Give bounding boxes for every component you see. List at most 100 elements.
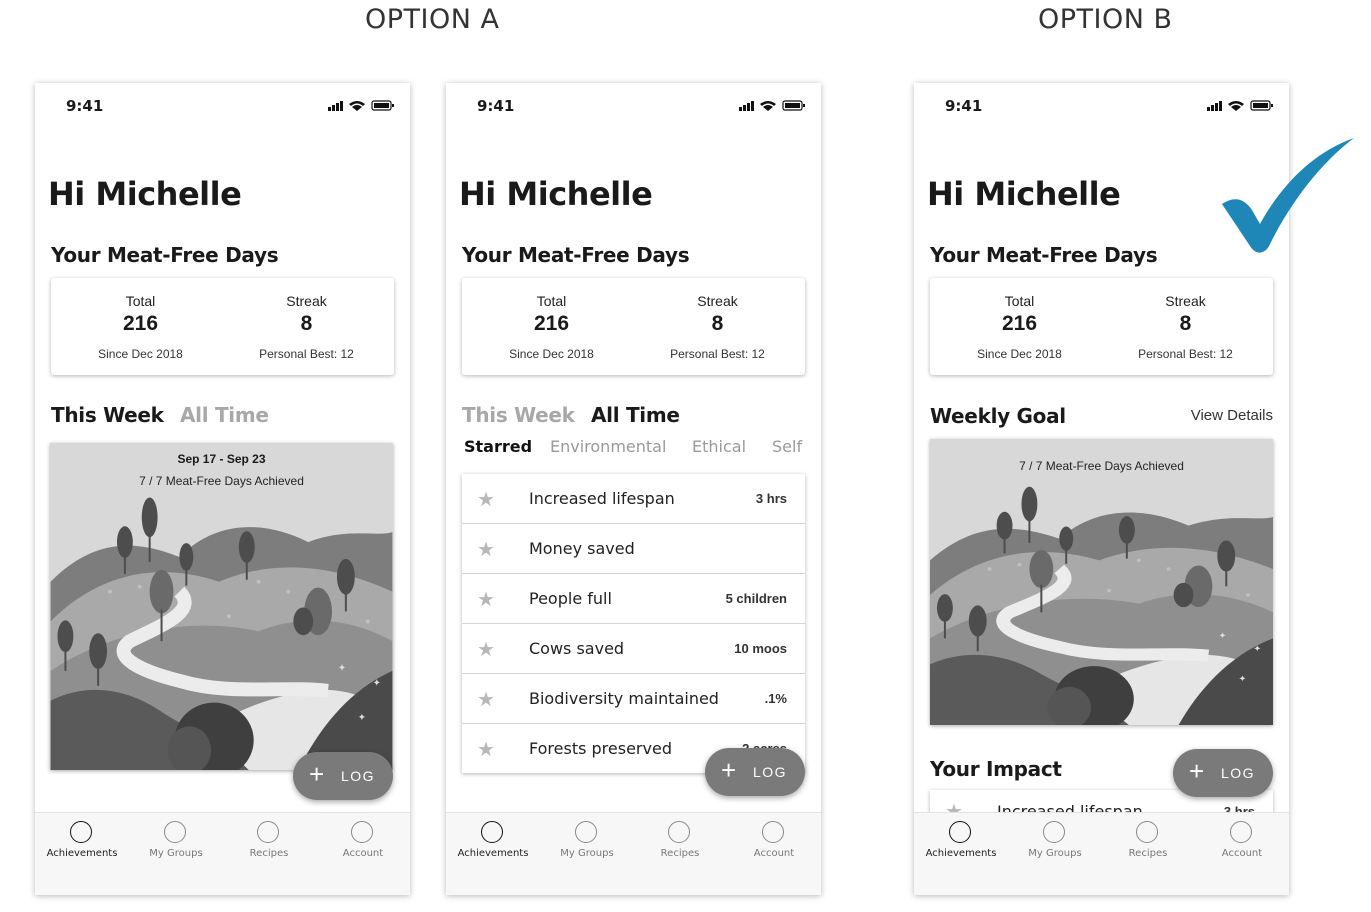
log-button[interactable]: + LOG: [705, 748, 805, 796]
impact-value: 10 moos: [734, 641, 787, 656]
nav-account[interactable]: Account: [316, 813, 410, 895]
log-label: LOG: [341, 768, 376, 784]
star-icon[interactable]: ★: [477, 537, 495, 562]
circle-icon: [481, 821, 503, 843]
tab-this-week[interactable]: This Week: [51, 403, 164, 427]
streak-sub: Personal Best: 12: [1138, 347, 1233, 361]
status-icons: [1207, 100, 1273, 111]
status-time: 9:41: [66, 97, 104, 115]
circle-icon: [949, 821, 971, 843]
phone-option-a-this-week: 9:41 Hi Michelle Your Meat-Free Days Tot…: [35, 83, 410, 895]
total-label: Total: [1004, 293, 1035, 309]
nav-account[interactable]: Account: [727, 813, 821, 895]
nav-label: Account: [342, 848, 384, 859]
total-sub: Since Dec 2018: [509, 347, 594, 361]
nav-label: Achievements: [925, 848, 997, 859]
circle-icon: [257, 821, 279, 843]
list-item[interactable]: ★ Biodiversity maintained .1%: [462, 674, 805, 724]
streak-value: 8: [300, 312, 313, 335]
star-icon[interactable]: ★: [477, 637, 495, 662]
tab-all-time[interactable]: All Time: [180, 403, 269, 427]
nav-label: My Groups: [1028, 848, 1082, 859]
circle-icon: [1230, 821, 1252, 843]
subtab-ethical[interactable]: Ethical: [692, 437, 746, 456]
weekly-illustration-card: Sep 17 - Sep 23 7 / 7 Meat-Free Days Ach…: [50, 443, 393, 770]
nav-label: Recipes: [249, 848, 289, 859]
nav-recipes[interactable]: Recipes: [633, 813, 727, 895]
stats-card: Total 216 Since Dec 2018 Streak 8 Person…: [930, 278, 1273, 375]
impact-label: Money saved: [529, 539, 635, 558]
nav-label: Achievements: [46, 848, 118, 859]
impact-label: Cows saved: [529, 639, 625, 658]
weekly-goal-title: Weekly Goal: [930, 404, 1066, 428]
total-sub: Since Dec 2018: [98, 347, 183, 361]
star-icon[interactable]: ★: [477, 737, 495, 762]
week-achieved-text: 7 / 7 Meat-Free Days Achieved: [139, 474, 304, 488]
phone-option-a-all-time: 9:41 Hi Michelle Your Meat-Free Days Tot…: [446, 83, 821, 895]
subtab-self[interactable]: Self: [772, 437, 802, 456]
total-stat: Total 216 Since Dec 2018: [55, 278, 226, 375]
streak-stat: Streak 8 Personal Best: 12: [221, 278, 392, 375]
impact-list: ★ Increased lifespan 3 hrs ★ Money saved…: [462, 474, 805, 773]
nav-recipes[interactable]: Recipes: [1101, 813, 1195, 895]
landscape-illustration: [930, 439, 1273, 725]
impact-label: Biodiversity maintained: [529, 689, 719, 708]
view-details-link[interactable]: View Details: [1191, 407, 1273, 424]
option-a-label: OPTION A: [365, 4, 500, 35]
log-button[interactable]: + LOG: [1173, 749, 1273, 797]
subtab-environmental[interactable]: Environmental: [550, 437, 666, 456]
impact-label: People full: [529, 589, 612, 608]
list-item[interactable]: ★ Increased lifespan 3 hrs: [462, 474, 805, 524]
star-icon[interactable]: ★: [477, 687, 495, 712]
list-item[interactable]: ★ Money saved: [462, 524, 805, 574]
impact-value: 5 children: [725, 591, 787, 606]
plus-icon: +: [309, 759, 325, 789]
list-item[interactable]: ★ Cows saved 10 moos: [462, 624, 805, 674]
impact-value: 3 hrs: [755, 491, 787, 506]
log-label: LOG: [753, 764, 788, 780]
nav-label: Achievements: [457, 848, 529, 859]
total-value: 216: [1001, 312, 1038, 335]
bottom-nav: Achievements My Groups Recipes Account: [35, 812, 410, 895]
streak-value: 8: [711, 312, 724, 335]
star-icon[interactable]: ★: [477, 487, 495, 512]
status-time: 9:41: [945, 97, 983, 115]
nav-achievements[interactable]: Achievements: [446, 813, 540, 895]
greeting: Hi Michelle: [927, 175, 1121, 213]
circle-icon: [668, 821, 690, 843]
section-title: Your Meat-Free Days: [51, 243, 279, 267]
log-button[interactable]: + LOG: [293, 752, 393, 800]
tab-all-time[interactable]: All Time: [591, 403, 680, 427]
section-title: Your Meat-Free Days: [462, 243, 690, 267]
nav-achievements[interactable]: Achievements: [914, 813, 1008, 895]
checkmark-icon: [1222, 138, 1354, 253]
bottom-nav: Achievements My Groups Recipes Account: [446, 812, 821, 895]
nav-my-groups[interactable]: My Groups: [540, 813, 634, 895]
nav-my-groups[interactable]: My Groups: [129, 813, 223, 895]
total-label: Total: [536, 293, 567, 309]
nav-account[interactable]: Account: [1195, 813, 1289, 895]
nav-my-groups[interactable]: My Groups: [1008, 813, 1102, 895]
star-icon[interactable]: ★: [477, 587, 495, 612]
streak-label: Streak: [1165, 293, 1206, 309]
circle-icon: [70, 821, 92, 843]
streak-stat: Streak 8 Personal Best: 12: [632, 278, 803, 375]
plus-icon: +: [721, 755, 737, 785]
total-stat: Total 216 Since Dec 2018: [934, 278, 1105, 375]
log-label: LOG: [1221, 765, 1256, 781]
circle-icon: [351, 821, 373, 843]
circle-icon: [164, 821, 186, 843]
nav-achievements[interactable]: Achievements: [35, 813, 129, 895]
status-time: 9:41: [477, 97, 515, 115]
total-label: Total: [125, 293, 156, 309]
list-item[interactable]: ★ People full 5 children: [462, 574, 805, 624]
nav-label: Account: [753, 848, 795, 859]
goal-achieved-text: 7 / 7 Meat-Free Days Achieved: [1019, 459, 1184, 473]
landscape-illustration: [50, 443, 393, 770]
week-date-range: Sep 17 - Sep 23: [177, 452, 266, 466]
circle-icon: [575, 821, 597, 843]
nav-label: Account: [1221, 848, 1263, 859]
subtab-starred[interactable]: Starred: [464, 437, 532, 456]
nav-recipes[interactable]: Recipes: [222, 813, 316, 895]
tab-this-week[interactable]: This Week: [462, 403, 575, 427]
